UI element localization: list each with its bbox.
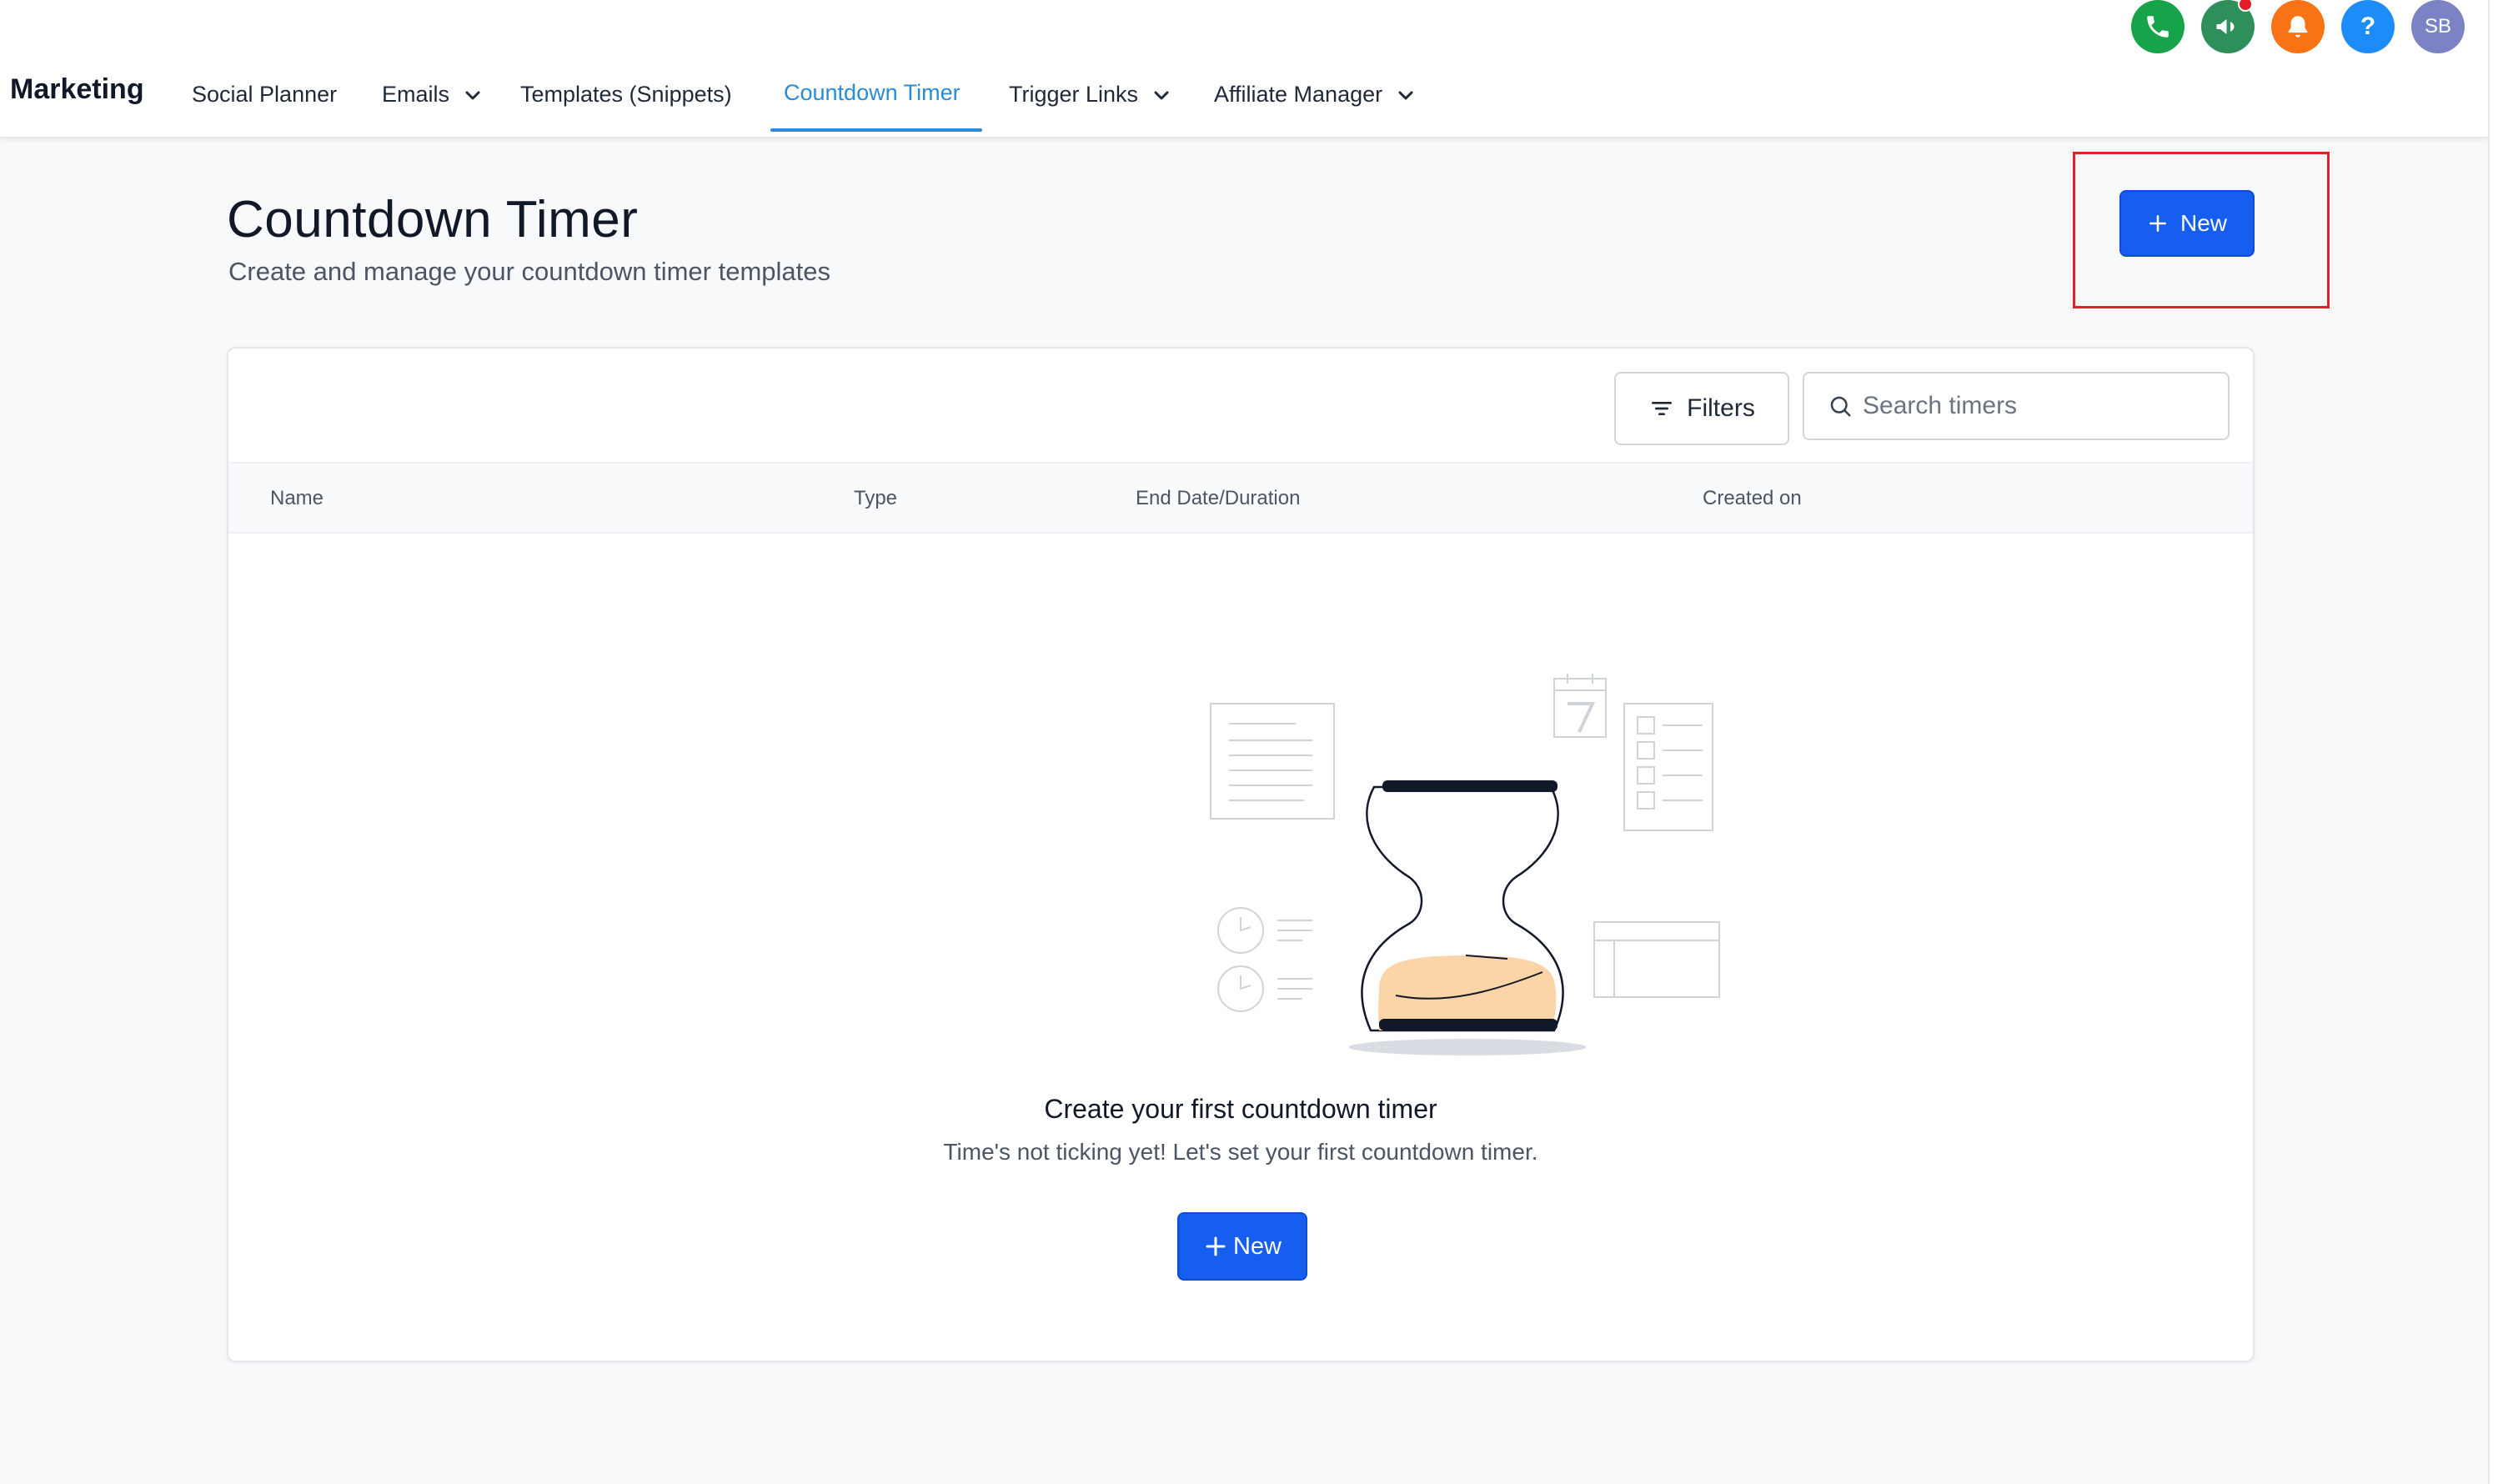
table-header: Name Type End Date/Duration Created on [228,462,2253,534]
hourglass-icon [1349,780,1586,1055]
nav-emails[interactable]: Emails [382,75,483,138]
phone-icon[interactable] [2131,0,2184,53]
page-title: Countdown Timer [227,191,639,248]
page-subtitle: Create and manage your countdown timer t… [228,257,831,286]
clock-list-icon [1217,907,1312,1012]
empty-state-subtitle: Time's not ticking yet! Let's set your f… [943,1139,1538,1165]
notification-badge [2238,0,2253,12]
nav-countdown-timer[interactable]: Countdown Timer [784,73,961,137]
search-input[interactable] [1863,392,2213,420]
megaphone-icon[interactable] [2201,0,2255,53]
window-edge [2488,0,2498,1484]
column-header-created-on[interactable]: Created on [1703,487,1802,510]
hourglass-illustration [1210,674,1720,1055]
help-icon[interactable]: ? [2341,0,2395,53]
column-header-type[interactable]: Type [854,487,897,510]
avatar[interactable]: SB [2411,0,2465,53]
plus-icon [1206,1236,1226,1256]
timers-card: Filters Name Type End Date/Duration Crea… [227,347,2255,1362]
empty-state-title: Create your first countdown timer [1044,1094,1437,1124]
filters-button[interactable]: Filters [1614,372,1789,445]
app-brand: Marketing [10,73,144,105]
checklist-icon [1623,703,1713,831]
nav-social-planner[interactable]: Social Planner [192,75,337,138]
active-tab-indicator [770,128,982,132]
calendar-icon [1553,674,1607,738]
nav-affiliate-manager[interactable]: Affiliate Manager [1214,75,1416,138]
chevron-down-icon [1398,91,1413,100]
bell-icon[interactable] [2271,0,2325,53]
column-header-name[interactable]: Name [270,487,324,510]
chevron-down-icon [465,91,480,100]
window-icon [1593,921,1720,998]
top-header: Marketing Social Planner Emails Template… [0,0,2488,138]
filter-icon [1652,402,1673,415]
column-header-end-date[interactable]: End Date/Duration [1136,487,1300,510]
empty-state-new-button[interactable]: New [1177,1212,1307,1281]
highlight-annotation [2073,152,2330,308]
nav-trigger-links[interactable]: Trigger Links [1009,75,1171,138]
search-icon [1830,396,1851,417]
search-field[interactable] [1803,372,2230,440]
chevron-down-icon [1154,91,1169,100]
document-icon [1210,703,1335,820]
nav-templates-snippets[interactable]: Templates (Snippets) [520,75,732,138]
